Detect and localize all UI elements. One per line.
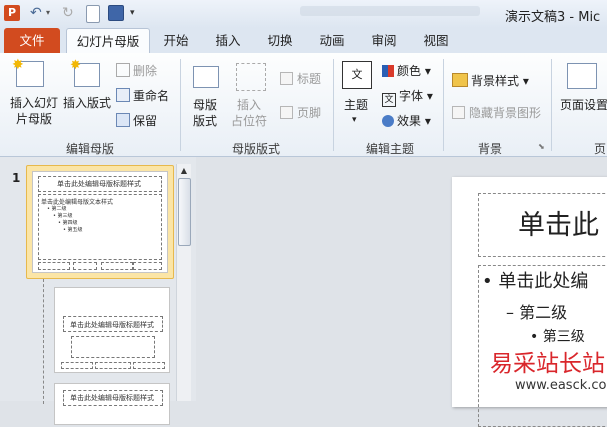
footer-placeholder-left (38, 262, 70, 270)
group-label-edit-theme: 编辑主题 (365, 142, 414, 156)
colors-button[interactable]: 颜色 ▾ (382, 63, 431, 79)
tab-animations[interactable]: 动画 (312, 28, 352, 53)
slide-thumbnail-pane: 1 单击此处编辑母版标题样式 单击此处编辑母版文本样式 • 第二级 • 第三级 … (0, 157, 196, 425)
preserve-icon (116, 113, 130, 127)
title-bar: P ↶ ▾ ↻ ▾ 演示文稿3 - Mic (0, 0, 607, 28)
thumbnail-scrollbar[interactable]: ▲ (176, 164, 191, 401)
bullet-level3[interactable]: • 第三级 (530, 326, 585, 346)
level3-text: • 第三级 (53, 213, 73, 219)
ribbon: ✸ 插入幻灯 片母版 ✸ 插入版式 删除 重命名 保留 编辑母版 母版 版式 插… (0, 53, 607, 157)
insert-layout-button[interactable]: 插入版式 (60, 95, 114, 111)
bullet-level2[interactable]: – 第二级 (506, 299, 567, 323)
master-thumbnail: 单击此处编辑母版标题样式 单击此处编辑母版文本样式 • 第二级 • 第三级 • … (32, 171, 168, 273)
footer-placeholder (133, 362, 165, 369)
layout-thumbnail[interactable]: 单击此处编辑母版标题样式 (54, 383, 170, 425)
watermark-url: www.easck.com (515, 378, 607, 393)
tab-transitions[interactable]: 切换 (260, 28, 300, 53)
footer-checkbox[interactable]: 页脚 (280, 105, 321, 121)
tab-insert[interactable]: 插入 (208, 28, 248, 53)
group-label-master-layout: 母版版式 (231, 142, 280, 156)
scroll-up-icon[interactable]: ▲ (179, 166, 189, 175)
title-checkbox[interactable]: 标题 (280, 71, 321, 87)
themes-button[interactable]: 主题 (338, 97, 374, 113)
layout-thumbnail[interactable]: 单击此处编辑母版标题样式 (54, 287, 170, 373)
insert-slide-master-icon[interactable]: ✸ (12, 57, 44, 87)
tab-slide-master[interactable]: 幻灯片母版 (66, 28, 150, 54)
insert-placeholder-button[interactable]: 插入 占位符 (226, 97, 272, 129)
powerpoint-logo-icon[interactable]: P (4, 5, 20, 21)
footer-placeholder (61, 362, 93, 369)
background-styles-button[interactable]: 背景样式 ▾ (452, 73, 529, 89)
undo-icon[interactable]: ↶ (30, 5, 46, 21)
footer-placeholder-left2 (73, 262, 97, 270)
background-styles-icon (452, 73, 468, 87)
new-document-icon[interactable] (86, 5, 100, 23)
bullet-level1[interactable]: • 单击此处编 (482, 267, 588, 293)
layout-connector (43, 279, 44, 404)
checkbox-icon (280, 72, 293, 85)
insert-layout-icon[interactable]: ✸ (70, 58, 100, 87)
group-separator (180, 59, 181, 151)
rename-icon (116, 88, 130, 102)
scroll-thumb[interactable] (178, 178, 191, 246)
insert-placeholder-icon[interactable] (236, 63, 266, 91)
footer-placeholder (95, 362, 131, 369)
preserve-button[interactable]: 保留 (116, 113, 157, 129)
redo-icon[interactable]: ↻ (62, 5, 78, 21)
group-separator (551, 59, 552, 151)
window-title: 演示文稿3 - Mic (505, 10, 601, 25)
rename-button[interactable]: 重命名 (116, 88, 169, 104)
colors-icon (382, 65, 394, 77)
hide-background-graphics-checkbox[interactable]: 隐藏背景图形 (452, 105, 541, 121)
master-title-text: 单击此处编辑母版标题样式 (57, 180, 141, 188)
customize-toolbar-icon[interactable]: ▾ (130, 5, 140, 21)
master-layout-button[interactable]: 母版 版式 (186, 97, 224, 129)
layout-title-text: 单击此处编辑母版标题样式 (70, 394, 154, 402)
document-title-blur (300, 6, 480, 16)
insert-slide-master-button[interactable]: 插入幻灯 片母版 (6, 95, 62, 127)
group-label-page-setup: 页 (593, 142, 606, 156)
level5-text: • 第五级 (63, 227, 83, 233)
undo-dropdown-icon[interactable]: ▾ (46, 5, 54, 21)
delete-icon (116, 63, 130, 77)
slide-number: 1 (12, 171, 21, 185)
group-separator (443, 59, 444, 151)
master-thumbnail-selection[interactable]: 单击此处编辑母版标题样式 单击此处编辑母版文本样式 • 第二级 • 第三级 • … (26, 165, 174, 279)
subtitle-placeholder (71, 336, 155, 358)
ribbon-tabs: 文件 幻灯片母版 开始 插入 切换 动画 审阅 视图 (0, 28, 607, 54)
delete-button[interactable]: 删除 (116, 63, 157, 79)
page-setup-button[interactable]: 页面设置 (556, 97, 607, 113)
group-label-edit-master: 编辑母版 (65, 142, 114, 156)
themes-icon[interactable]: 文 (342, 61, 372, 89)
slide-title-text[interactable]: 单击此 (518, 203, 599, 242)
effects-icon (382, 115, 394, 127)
footer-placeholder-center (101, 262, 133, 270)
layout-title-text: 单击此处编辑母版标题样式 (70, 321, 154, 329)
fonts-button[interactable]: 文字体 ▾ (382, 88, 433, 107)
tab-view[interactable]: 视图 (416, 28, 456, 53)
level2-text: • 第二级 (47, 206, 67, 212)
group-label-background: 背景 (477, 142, 502, 156)
fonts-icon: 文 (382, 93, 396, 107)
page-setup-icon[interactable] (567, 63, 597, 89)
watermark-text: 易采站长站 (490, 351, 605, 377)
group-separator (333, 59, 334, 151)
dialog-launcher-icon[interactable]: ⬊ (538, 142, 545, 151)
footer-placeholder-right (133, 262, 162, 270)
checkbox-icon (280, 106, 293, 119)
save-icon[interactable] (108, 5, 124, 21)
effects-button[interactable]: 效果 ▾ (382, 113, 431, 129)
tab-home[interactable]: 开始 (156, 28, 196, 53)
checkbox-icon (452, 106, 465, 119)
level4-text: • 第四级 (58, 220, 78, 226)
themes-dropdown-icon[interactable]: ▾ (352, 115, 357, 125)
tab-review[interactable]: 审阅 (364, 28, 404, 53)
master-layout-icon[interactable] (193, 66, 219, 88)
tab-file[interactable]: 文件 (4, 28, 60, 53)
